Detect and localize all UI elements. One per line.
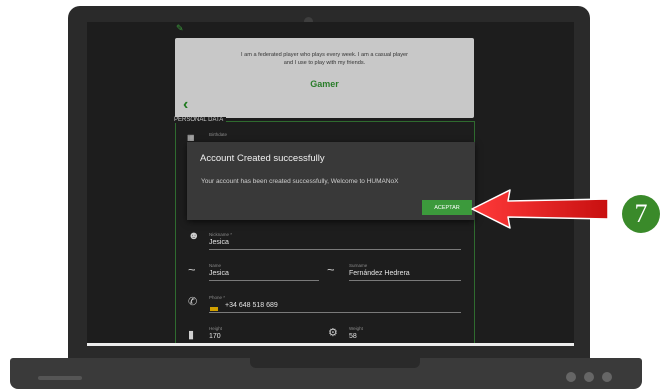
ruler-icon: ▮: [188, 329, 195, 341]
height-value: 170: [209, 333, 221, 340]
phone-label: Phone *: [209, 295, 226, 300]
height-label: Height: [209, 326, 223, 331]
base-light: [584, 372, 594, 382]
user-icon: ☻: [188, 230, 200, 242]
base-light: [602, 372, 612, 382]
base-slot: [38, 376, 82, 380]
nickname-value: Jesica: [209, 239, 229, 246]
nickname-label: Nickname *: [209, 232, 233, 237]
app-screen: ✎ I am a federated player who plays ever…: [87, 22, 574, 346]
signature-icon: ~: [188, 262, 196, 277]
signature-icon: ~: [327, 262, 335, 277]
dialog-message: Your account has been created successful…: [201, 178, 399, 185]
gamer-title: Gamer: [310, 79, 339, 89]
screen-bottom-strip: [87, 343, 574, 346]
laptop-base: [10, 358, 642, 389]
gamer-description: I am a federated player who plays every …: [241, 52, 408, 66]
edit-icon[interactable]: ✎: [176, 23, 184, 34]
scale-icon: ⚙: [328, 327, 338, 339]
dialog-title: Account Created successfully: [200, 153, 325, 164]
surname-label: Surname: [349, 263, 368, 268]
weight-label: Weight: [349, 326, 363, 331]
phone-value: +34 648 518 689: [225, 302, 278, 309]
hinge: [250, 358, 420, 368]
name-value: Jesica: [209, 270, 229, 277]
phone-field[interactable]: Phone * +34 648 518 689: [209, 295, 461, 315]
step-number-badge: 7: [622, 195, 660, 233]
accept-button[interactable]: ACEPTAR: [422, 200, 472, 215]
success-dialog: Account Created successfully Your accoun…: [187, 142, 475, 220]
weight-value: 58: [349, 333, 357, 340]
gamer-profile-card[interactable]: I am a federated player who plays every …: [175, 38, 474, 118]
chevron-left-icon[interactable]: ‹: [183, 96, 188, 114]
surname-field[interactable]: Surname Fernández Hedrera: [349, 263, 461, 283]
base-light: [566, 372, 576, 382]
calendar-icon: ▦: [187, 133, 195, 142]
nickname-field[interactable]: Nickname * Jesica: [209, 232, 461, 252]
name-label: Name: [209, 263, 222, 268]
personal-data-title: PERSONAL DATA: [174, 117, 227, 123]
pointer-arrow-icon: [471, 189, 609, 229]
birthdate-label: Birthdate: [209, 132, 228, 137]
name-field[interactable]: Name Jesica: [209, 263, 319, 283]
phone-icon: ✆: [188, 296, 198, 308]
surname-value: Fernández Hedrera: [349, 270, 410, 277]
